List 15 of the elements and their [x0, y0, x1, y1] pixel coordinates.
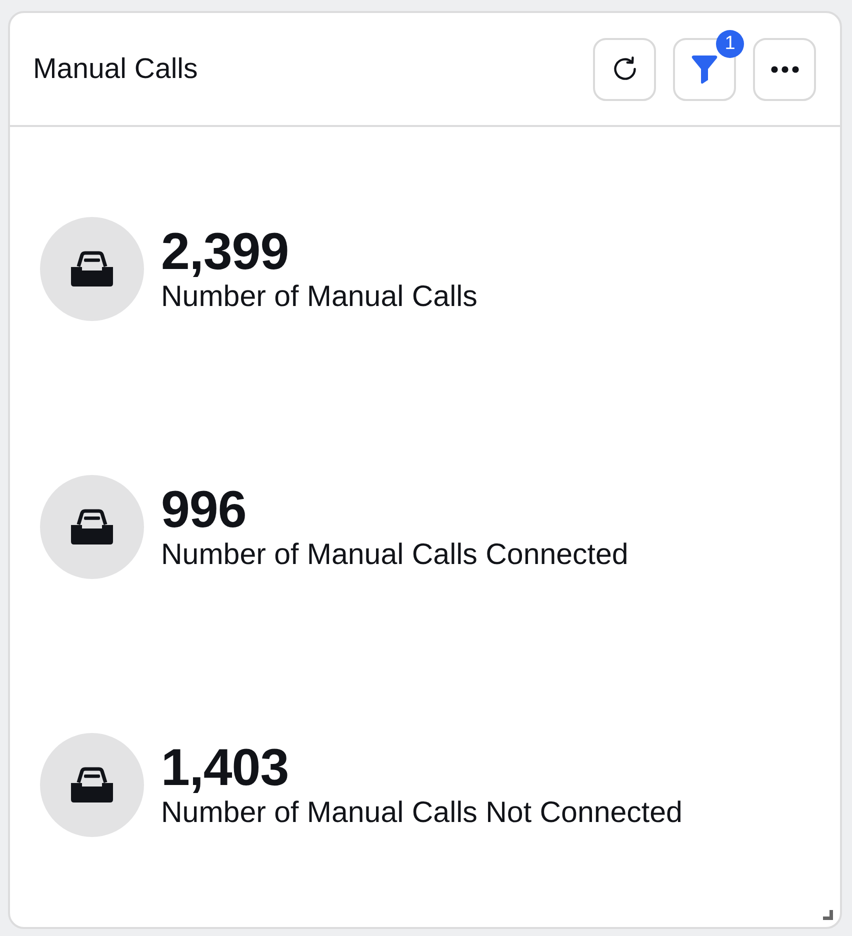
metric-label: Number of Manual Calls Connected: [161, 538, 628, 572]
metric-value: 1,403: [161, 740, 289, 794]
filter-icon: [691, 54, 718, 84]
metric-label: Number of Manual Calls: [161, 280, 478, 314]
metric-value: 996: [161, 482, 246, 536]
metric-value: 2,399: [161, 224, 289, 278]
refresh-icon: [612, 56, 638, 82]
resize-handle-icon[interactable]: [823, 910, 833, 920]
more-options-button[interactable]: [753, 38, 816, 100]
more-icon: [770, 66, 798, 72]
filter-button[interactable]: [673, 38, 736, 100]
widget-title: Manual Calls: [33, 52, 198, 86]
filter-count-badge: 1: [716, 30, 744, 58]
refresh-button[interactable]: [593, 38, 656, 100]
metric-label: Number of Manual Calls Not Connected: [161, 796, 682, 830]
